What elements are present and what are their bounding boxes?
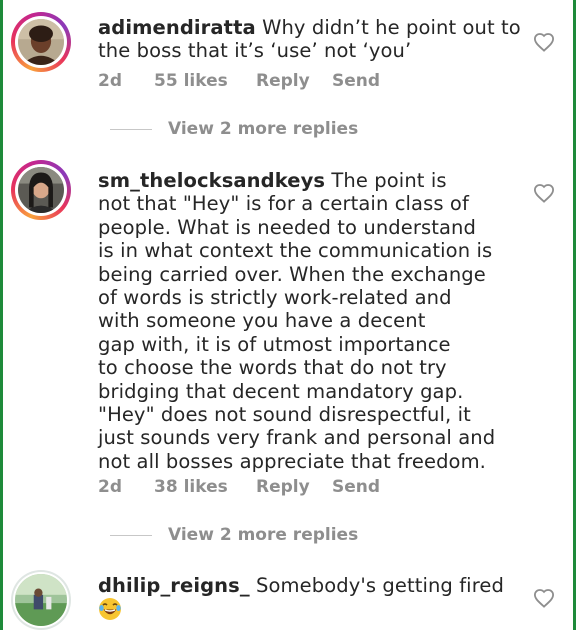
comment-text-line: bridging that decent mandatory gap. (98, 379, 464, 403)
avatar-photo (18, 167, 64, 213)
comment-text-line: Somebody's getting fired (256, 574, 504, 597)
replies-divider (110, 535, 152, 536)
laughing-emoji-icon (99, 598, 121, 621)
reply-button[interactable]: Reply (256, 71, 310, 91)
comment-text-line: Why didn’t he point out to (262, 16, 521, 39)
replies-divider (110, 129, 152, 130)
reply-button[interactable]: Reply (256, 477, 310, 497)
comment-username[interactable]: sm_thelocksandkeys (98, 169, 325, 192)
avatar-photo (15, 574, 67, 626)
likes-count[interactable]: 38 likes (154, 477, 228, 497)
avatar[interactable] (11, 160, 71, 220)
avatar[interactable] (11, 570, 71, 630)
comment-text-line: of words is strictly work-related and (98, 286, 452, 310)
comment-text-line: just sounds very frank and personal and (98, 426, 496, 450)
avatar[interactable] (11, 12, 71, 72)
comment-text-line: "Hey" does not sound disrespectful, it (98, 403, 471, 427)
heart-icon[interactable] (533, 588, 555, 608)
comment-age: 2d (98, 477, 122, 497)
send-button[interactable]: Send (332, 477, 380, 497)
comment-text-line: gap with, it is of utmost importance (98, 332, 451, 356)
comment-text-line: not all bosses appreciate that freedom. (98, 449, 486, 473)
comment-text-line: The point is (331, 169, 447, 192)
avatar-photo (18, 19, 64, 65)
heart-icon[interactable] (533, 32, 555, 52)
comment-text-line: is in what context the communication is (98, 239, 493, 263)
comment-text-line: the boss that it’s ‘use’ not ‘you’ (98, 39, 412, 63)
comment-text-line: people. What is needed to understand (98, 215, 476, 239)
comment-age: 2d (98, 71, 122, 91)
view-more-replies-label: View 2 more replies (168, 119, 359, 139)
comment-text-line: not that "Hey" is for a certain class of (98, 192, 469, 216)
send-button[interactable]: Send (332, 71, 380, 91)
comment-username[interactable]: adimendiratta (98, 16, 256, 39)
comment-text-line: with someone you have a decent (98, 309, 426, 333)
comment-text-line: to choose the words that do not try (98, 356, 447, 380)
comment-text-line: being carried over. When the exchange (98, 262, 486, 286)
likes-count[interactable]: 55 likes (154, 71, 228, 91)
heart-icon[interactable] (533, 183, 555, 203)
comment-username[interactable]: dhilip_reigns_ (98, 574, 250, 597)
view-more-replies-label: View 2 more replies (168, 525, 359, 545)
